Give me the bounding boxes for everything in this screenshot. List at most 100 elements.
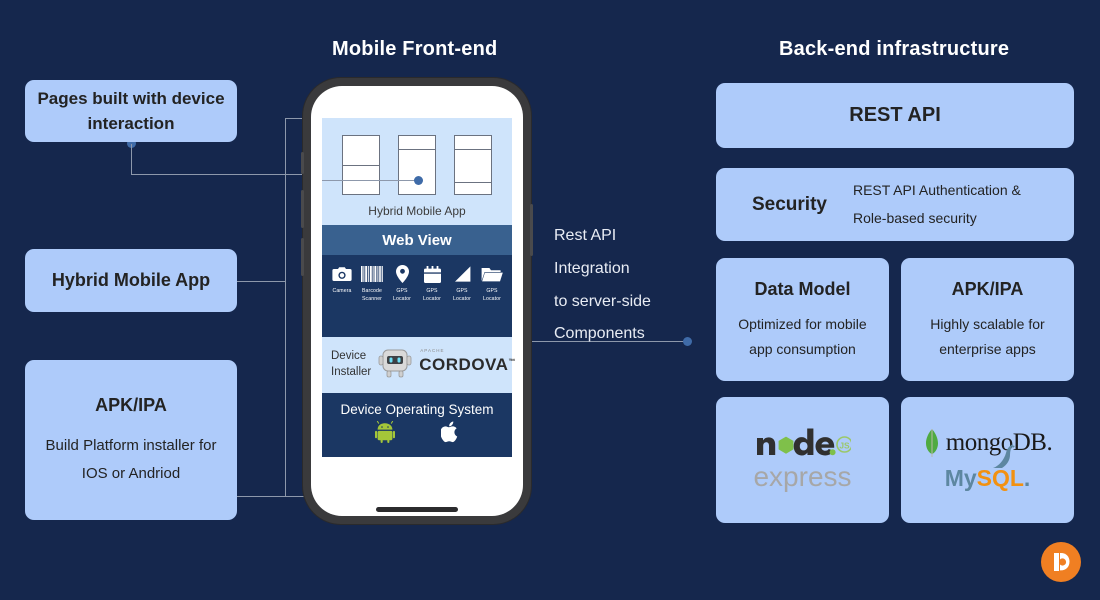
rest-note-line-1: Rest API [554, 227, 617, 244]
card-data-model-title: Data Model [754, 279, 851, 300]
web-view-label: Web View [382, 231, 452, 249]
card-apk-right-body-line-1: Highly scalable for [930, 316, 1045, 333]
card-apk-right-body: Highly scalable for enterprise apps [930, 312, 1044, 362]
native-capability-label: GPS Locator [482, 288, 501, 302]
card-security-body-line-2: Role-based security [852, 209, 977, 226]
rest-note-line-3: to server-side [554, 292, 651, 310]
connector-spine-top [285, 118, 305, 119]
card-apk-left-body: Build Platform installer for IOS or Andr… [45, 437, 217, 482]
native-capability-gps-signal[interactable]: GPS Locator [448, 264, 476, 303]
cordova-brand-text: CORDOVA [419, 355, 509, 374]
phone-volume-up-button[interactable] [301, 190, 304, 228]
wireframe-connector-line [322, 180, 416, 181]
card-pages-built-with-device-interaction[interactable]: Pages built with device interaction [25, 80, 237, 142]
card-security[interactable]: Security REST API Authentication & Role-… [716, 168, 1074, 241]
brand-logo[interactable] [1041, 542, 1081, 582]
connector-dot-rest [683, 337, 692, 346]
native-capability-gps-pin[interactable]: GPS Locator [388, 264, 416, 303]
mobile-frontend-heading: Mobile Front-end [332, 38, 498, 60]
section-web-view: Web View [322, 225, 512, 255]
native-capability-gps-folder[interactable]: GPS Locator [478, 264, 506, 303]
cordova-wordmark: APACHE CORDOVA™ [419, 348, 516, 375]
card-rest-api-title: REST API [849, 104, 941, 126]
rest-note-line-4: Components [554, 325, 645, 343]
cordova-tm: ™ [508, 358, 516, 366]
native-capability-camera[interactable]: Camera [328, 264, 356, 296]
card-data-model-body-line-2: app consumption [749, 341, 856, 358]
card-apk-right-title: APK/IPA [951, 279, 1024, 300]
card-data-model-body-line-1: Optimized for mobile [738, 316, 867, 333]
section-device-operating-system: Device Operating System [322, 393, 512, 457]
os-icon-row [374, 420, 460, 448]
phone-mute-switch[interactable] [301, 152, 304, 174]
card-apk-ipa-right[interactable]: APK/IPA Highly scalable for enterprise a… [901, 258, 1074, 381]
device-os-title: Device Operating System [340, 402, 494, 417]
nodejs-logo: JS [755, 427, 851, 457]
diagram-canvas: Mobile Front-end Back-end infrastructure… [0, 0, 1100, 600]
card-hybrid-mobile-app[interactable]: Hybrid Mobile App [25, 249, 237, 312]
section-device-installer: Device Installer APACHE CORDOVA™ [322, 337, 515, 393]
card-data-model-body: Optimized for mobile app consumption [738, 312, 866, 362]
wireframe-card [342, 135, 380, 195]
folder-icon [481, 264, 503, 284]
phone-power-button[interactable] [530, 204, 533, 256]
wireframe-card [454, 135, 492, 195]
apple-icon [439, 421, 460, 448]
connector-spine-bottom [285, 496, 305, 497]
map-pin-icon [395, 264, 409, 284]
section-hybrid-wireframe: Hybrid Mobile App [322, 118, 512, 225]
brand-logo-mark [1054, 553, 1070, 571]
native-icon-row: Camera Barcode Scanner GPS Locator GPS L… [328, 264, 506, 303]
phone-volume-down-button[interactable] [301, 238, 304, 276]
barcode-icon [361, 264, 383, 284]
phone-screen: Hybrid Mobile App Web View Camera Barcod… [311, 86, 523, 516]
calendar-icon [423, 264, 441, 284]
wireframe-card-row [342, 135, 492, 195]
card-data-model[interactable]: Data Model Optimized for mobile app cons… [716, 258, 889, 381]
mysql-logo: MySQL. [944, 443, 1030, 492]
card-security-title: Security [752, 193, 827, 215]
svg-text:JS: JS [839, 440, 850, 450]
card-apk-ipa-left[interactable]: APK/IPA Build Platform installer for IOS… [25, 360, 237, 520]
card-node-express-stack[interactable]: JS express [716, 397, 889, 523]
wireframe-caption: Hybrid Mobile App [368, 204, 466, 218]
express-logo: express [753, 461, 851, 493]
wireframe-connector-dot [414, 176, 423, 185]
phone-home-indicator [376, 507, 458, 512]
app-screen-content: Hybrid Mobile App Web View Camera Barcod… [322, 118, 515, 503]
native-capability-gps-calendar[interactable]: GPS Locator [418, 264, 446, 303]
connector-pages-vertical [131, 144, 132, 174]
connector-spine-vertical [285, 118, 286, 496]
cordova-apache-label: APACHE [420, 348, 445, 353]
native-capability-label: Camera [332, 288, 352, 294]
card-apk-right-body-line-2: enterprise apps [939, 341, 1036, 358]
card-apk-left-title: APK/IPA [95, 395, 167, 416]
android-icon [374, 420, 395, 448]
rest-note-line-2: Integration [554, 259, 630, 277]
signal-icon [454, 264, 471, 284]
connector-apk-branch [237, 496, 286, 497]
card-rest-api[interactable]: REST API [716, 83, 1074, 148]
connector-hybrid-branch [237, 281, 286, 282]
device-installer-line-2: Installer [331, 366, 372, 378]
native-capability-barcode-scanner[interactable]: Barcode Scanner [358, 264, 386, 303]
phone-mockup: Hybrid Mobile App Web View Camera Barcod… [301, 78, 533, 524]
backend-infrastructure-heading: Back-end infrastructure [779, 38, 1010, 60]
section-native-capabilities: Camera Barcode Scanner GPS Locator GPS L… [322, 255, 512, 337]
native-capability-label: GPS Locator [392, 288, 411, 302]
native-capability-label: Barcode Scanner [361, 288, 383, 302]
card-hybrid-title: Hybrid Mobile App [51, 269, 211, 290]
express-wordmark: express [753, 461, 852, 492]
device-installer-label: Device Installer [331, 349, 371, 380]
mysql-my-text: My [944, 464, 977, 491]
card-security-body: REST API Authentication & Role-based sec… [853, 177, 1021, 232]
rest-api-integration-note: Rest API Integration to server-side Comp… [554, 220, 651, 351]
native-capability-label: GPS Locator [422, 288, 441, 302]
device-installer-line-1: Device [331, 350, 367, 363]
card-mongodb-mysql-stack[interactable]: mongoDB. MySQL. [901, 397, 1074, 523]
cordova-robot-icon [378, 347, 412, 384]
mongodb-logo: mongoDB. [923, 428, 1053, 457]
camera-icon [332, 264, 352, 284]
wireframe-card [398, 135, 436, 195]
card-security-body-line-1: REST API Authentication & [852, 182, 1021, 199]
